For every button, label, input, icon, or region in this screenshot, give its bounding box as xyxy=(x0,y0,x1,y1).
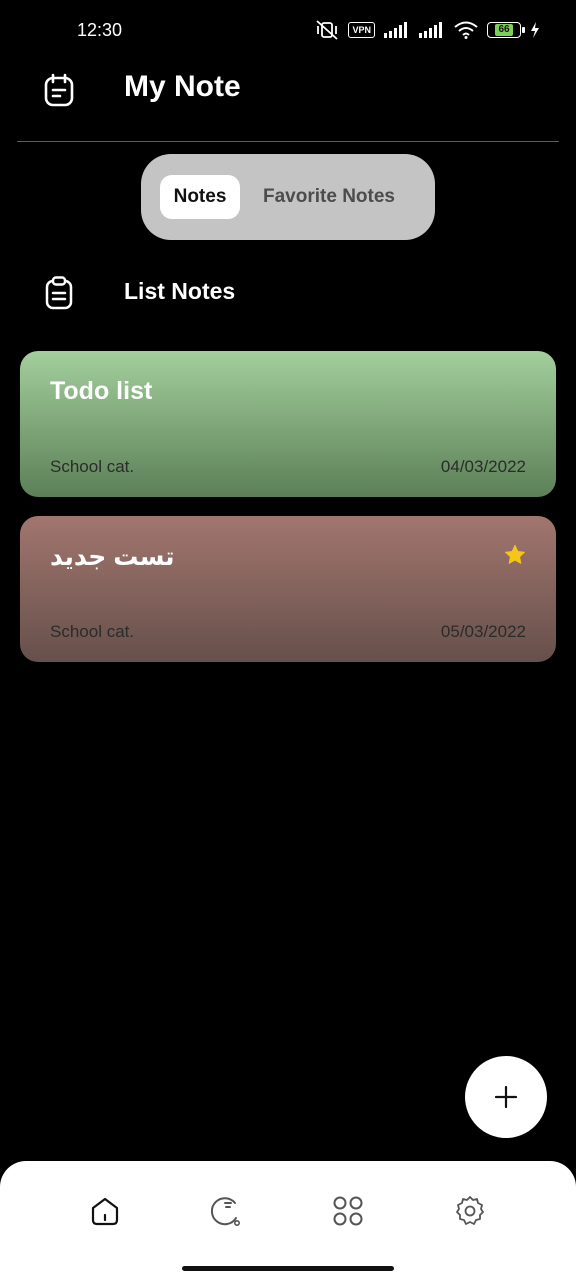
vpn-icon: VPN xyxy=(348,22,375,38)
note-card[interactable]: تست جدید School cat. 05/03/2022 xyxy=(20,516,556,662)
notepad-icon xyxy=(42,73,76,112)
home-icon xyxy=(91,1197,119,1226)
signal-icon xyxy=(384,22,407,38)
home-indicator xyxy=(182,1266,394,1271)
app-title: My Note xyxy=(124,70,241,103)
signal-icon xyxy=(419,22,442,38)
note-date: 04/03/2022 xyxy=(440,457,526,476)
settings-icon xyxy=(456,1196,484,1225)
nav-home[interactable] xyxy=(85,1191,125,1231)
note-card[interactable]: Todo list School cat. 04/03/2022 xyxy=(20,351,556,497)
plus-icon xyxy=(494,1085,518,1109)
mute-vibrate-icon xyxy=(316,20,339,40)
nav-categories[interactable] xyxy=(328,1191,368,1231)
status-icons: VPN 66 xyxy=(315,20,540,40)
grid-icon xyxy=(333,1196,363,1226)
star-icon[interactable] xyxy=(504,544,526,566)
bottom-nav xyxy=(0,1161,576,1280)
nav-settings[interactable] xyxy=(450,1191,490,1231)
note-date: 05/03/2022 xyxy=(440,622,526,641)
note-title: Todo list xyxy=(50,377,153,405)
battery-level: 66 xyxy=(495,24,513,36)
nav-reminders[interactable] xyxy=(206,1191,246,1231)
header-divider xyxy=(17,141,559,142)
status-time: 12:30 xyxy=(77,20,123,40)
section-title: List Notes xyxy=(124,278,236,304)
note-title: تست جدید xyxy=(50,543,175,571)
add-note-button[interactable] xyxy=(465,1056,547,1138)
tab-favorite-notes[interactable]: Favorite Notes xyxy=(254,175,404,219)
note-category: School cat. xyxy=(50,622,135,641)
reminder-icon xyxy=(210,1197,240,1226)
wifi-icon xyxy=(454,21,478,39)
clipboard-icon xyxy=(44,276,74,315)
charging-icon xyxy=(531,22,539,38)
note-category: School cat. xyxy=(50,457,135,476)
tab-notes[interactable]: Notes xyxy=(160,175,240,219)
battery-icon: 66 xyxy=(487,22,525,38)
